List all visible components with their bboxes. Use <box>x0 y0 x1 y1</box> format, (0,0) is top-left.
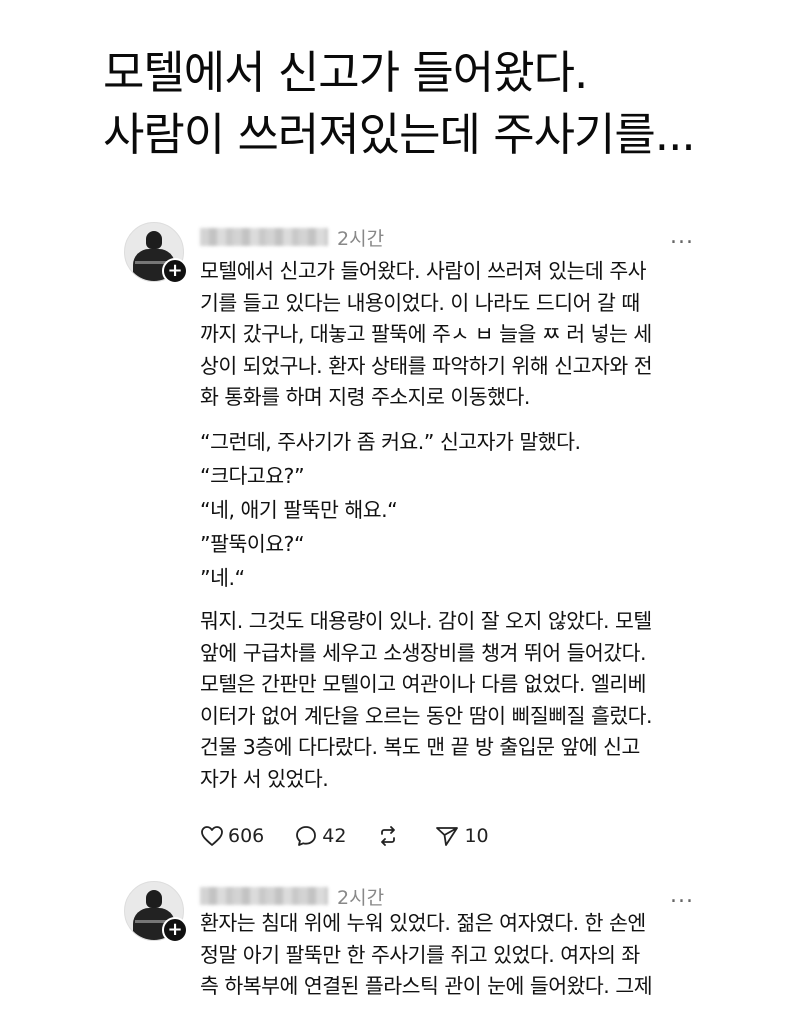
more-options-icon[interactable]: ... <box>670 883 694 908</box>
repost-button[interactable] <box>376 824 404 848</box>
text-line: 앞에 구급차를 세우고 소생장비를 챙겨 뛰어 들어갔다. <box>200 640 647 665</box>
text-line: 측 하복부에 연결된 플라스틱 관이 눈에 들어왔다. 그제 <box>200 974 653 998</box>
text-line: ”네.“ <box>200 566 245 590</box>
text-line: 자가 서 있었다. <box>200 766 329 791</box>
post-1: + 2시간 ... 모텔에서 신고가 들어왔다. 사람이 쓰러져 있는데 주사 … <box>124 222 693 862</box>
post-time: 2시간 <box>337 228 385 250</box>
post-2: + 2시간 ... 환자는 침대 위에 누워 있었다. 젊은 여자였다. 한 손… <box>124 881 693 1019</box>
headline-line-1: 모텔에서 신고가 들어왔다. <box>103 46 588 99</box>
text-line: 기를 들고 있다는 내용이었다. 이 나라도 드디어 갈 때 <box>200 290 640 315</box>
comment-count: 42 <box>322 825 347 847</box>
text-line: 상이 되었구나. 환자 상태를 파악하기 위해 신고자와 전 <box>200 353 653 378</box>
text-line: “네, 애기 팔뚝만 해요.“ <box>200 498 398 522</box>
post-paragraph-2: “그런데, 주사기가 좀 커요.” 신고자가 말했다. “크다고요?” “네, … <box>200 425 690 595</box>
avatar-head <box>146 890 162 908</box>
headline: 모텔에서 신고가 들어왔다. 사람이 쓰러져있는데 주사기를... <box>103 42 783 166</box>
username-blurred[interactable] <box>200 887 328 905</box>
post-actions: 606 42 10 <box>200 821 519 851</box>
text-line: 건물 3층에 다다랐다. 복도 맨 끝 방 출입문 앞에 신고 <box>200 735 640 759</box>
comment-bubble-icon <box>296 826 317 846</box>
text-line: 정말 아기 팔뚝만 한 주사기를 쥐고 있었다. 여자의 좌 <box>200 942 640 967</box>
text-line: 모텔은 간판만 모텔이고 여관이나 다름 없었다. 엘리베 <box>200 672 647 696</box>
send-icon <box>436 827 459 846</box>
text-line: 환자는 침대 위에 누워 있었다. 젊은 여자였다. 한 손엔 <box>200 911 646 935</box>
text-line: 화 통화를 하며 지령 주소지로 이동했다. <box>200 385 530 409</box>
avatar-head <box>146 231 162 249</box>
share-button[interactable]: 10 <box>434 824 489 848</box>
comment-button[interactable]: 42 <box>294 824 346 848</box>
heart-icon <box>201 826 223 846</box>
like-button[interactable]: 606 <box>200 825 264 847</box>
repost-icon <box>381 826 396 846</box>
post-paragraph-1: 모텔에서 신고가 들어왔다. 사람이 쓰러져 있는데 주사 기를 들고 있다는 … <box>200 256 690 414</box>
follow-plus-icon[interactable]: + <box>162 258 188 284</box>
text-line: “그런데, 주사기가 좀 커요.” 신고자가 말했다. <box>200 430 581 454</box>
username-blurred[interactable] <box>200 228 328 246</box>
post-paragraph-3: 뭐지. 그것도 대용량이 있나. 감이 잘 오지 않았다. 모텔 앞에 구급차를… <box>200 606 690 795</box>
text-line: 까지 갔구나, 대놓고 팔뚝에 주ㅅ ㅂ 늘을 ㅉ 러 넣는 세 <box>200 322 652 346</box>
text-line: 모텔에서 신고가 들어왔다. 사람이 쓰러져 있는데 주사 <box>200 259 647 283</box>
text-line: 이터가 없어 계단을 오르는 동안 땀이 삐질삐질 흘렀다. <box>200 703 653 728</box>
follow-plus-icon[interactable]: + <box>162 917 188 943</box>
post-paragraph-1: 환자는 침대 위에 누워 있었다. 젊은 여자였다. 한 손엔 정말 아기 팔뚝… <box>200 908 690 1003</box>
more-options-icon[interactable]: ... <box>670 224 694 249</box>
text-line: 뭐지. 그것도 대용량이 있나. 감이 잘 오지 않았다. 모텔 <box>200 609 652 633</box>
post-time: 2시간 <box>337 887 385 909</box>
share-count: 10 <box>464 825 489 847</box>
like-count: 606 <box>228 825 265 847</box>
text-line: “크다고요?” <box>200 464 305 488</box>
text-line: ”팔뚝이요?“ <box>200 532 305 556</box>
headline-line-2: 사람이 쓰러져있는데 주사기를... <box>103 108 696 161</box>
